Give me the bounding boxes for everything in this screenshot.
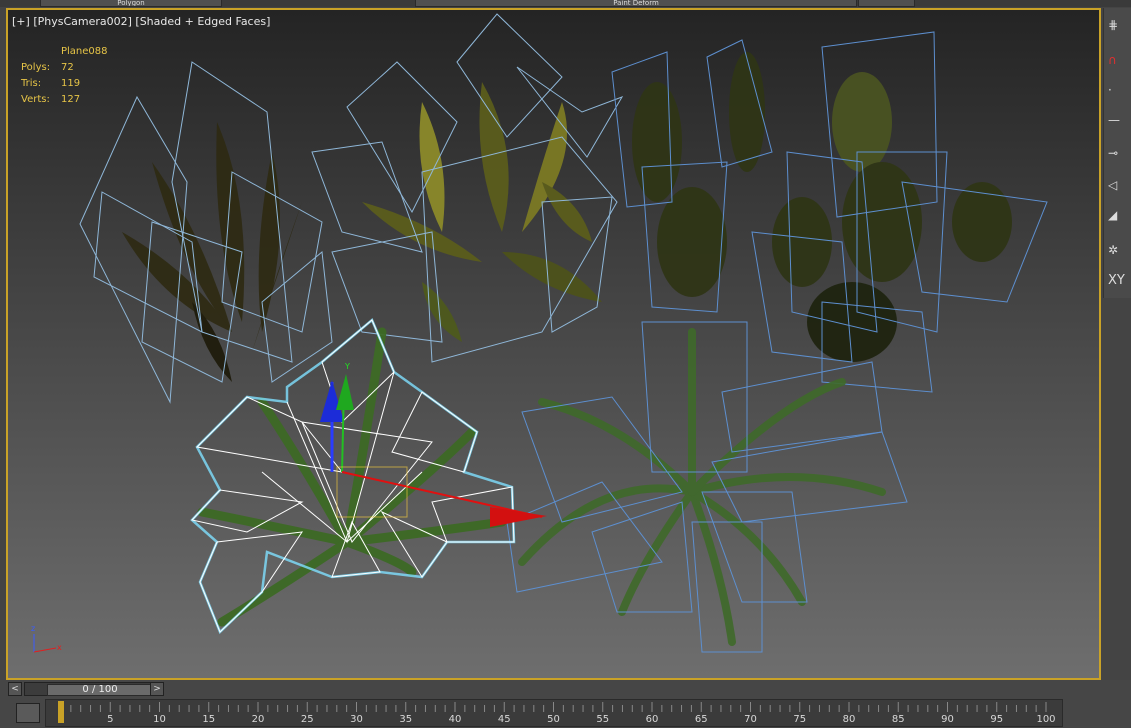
trackbar-tick-label: 45 — [498, 714, 511, 725]
viewport-shading-mode[interactable]: [Shaded + Edged Faces] — [135, 15, 270, 28]
stats-key: Verts: — [21, 94, 50, 105]
trackbar-tick-label: 50 — [547, 714, 560, 725]
grid-snap-icon[interactable]: ⋕ — [1108, 18, 1131, 40]
stats-value: 119 — [61, 78, 81, 89]
pivot-snap-icon[interactable]: ✲ — [1108, 243, 1131, 265]
vertex-snap-icon[interactable]: · — [1108, 83, 1131, 105]
axis-z-label: z — [31, 624, 35, 633]
world-axis-tripod: z x — [31, 624, 62, 653]
trackbar-tick-label: 40 — [449, 714, 462, 725]
trackbar-tick-label: 30 — [350, 714, 363, 725]
viewport-camera-name[interactable]: [PhysCamera002] — [33, 15, 132, 28]
stats-row: Tris: 119 — [21, 76, 108, 92]
viewport-label[interactable]: [+] [PhysCamera002] [Shaded + Edged Face… — [12, 15, 270, 28]
gizmo-y-label: Y — [344, 362, 350, 371]
trackbar-tick-label: 5 — [107, 714, 113, 725]
stats-overlay: Plane088 Polys: 72 Tris: 119 Verts: 127 — [21, 44, 108, 108]
endpoint-snap-icon[interactable]: ⊸ — [1108, 146, 1131, 168]
stats-value: 72 — [61, 62, 74, 73]
edge-snap-icon[interactable]: — — [1108, 113, 1131, 135]
curve-editor-toggle-icon[interactable] — [16, 703, 40, 723]
stats-key: Polys: — [21, 62, 51, 73]
trackbar-tick-label: 55 — [596, 714, 609, 725]
trackbar[interactable]: 0510152025303540455055606570758085909510… — [45, 699, 1063, 727]
stats-row: Verts: 127 — [21, 92, 108, 108]
time-slider-thumb[interactable]: 0 / 100 — [47, 684, 153, 696]
xy-axis-icon[interactable]: XY — [1108, 273, 1131, 295]
trackbar-tick-label: 85 — [892, 714, 905, 725]
trackbar-tick-label: 75 — [793, 714, 806, 725]
snap-toggle-icon[interactable]: ∩ — [1108, 53, 1131, 75]
stats-row: Polys: 72 — [21, 60, 108, 76]
trackbar-tick-label: 10 — [153, 714, 166, 725]
next-frame-button[interactable]: > — [150, 682, 164, 696]
prev-frame-button[interactable]: < — [8, 682, 22, 696]
stats-value: 127 — [61, 94, 81, 105]
camera-viewport[interactable]: Y [+] [PhysCamera002] [Shaded + Edged Fa… — [6, 8, 1101, 680]
trackbar-tick-label: 20 — [252, 714, 265, 725]
current-frame-marker[interactable] — [58, 701, 64, 723]
polygon-snap-icon[interactable]: ◢ — [1108, 208, 1131, 230]
trackbar-tick-label: 35 — [399, 714, 412, 725]
trackbar-tick-label: 70 — [744, 714, 757, 725]
trackbar-tick-label: 65 — [695, 714, 708, 725]
top-ribbon-strip: Polygon Paint Deform — [0, 0, 1131, 7]
tab-polygon[interactable]: Polygon — [40, 0, 222, 7]
tab-paint-deform[interactable]: Paint Deform — [415, 0, 857, 7]
trackbar-tick-label: 90 — [941, 714, 954, 725]
trackbar-tick-label: 80 — [843, 714, 856, 725]
stats-key: Tris: — [21, 78, 42, 89]
tab-extra[interactable] — [858, 0, 915, 7]
snaps-toolbar: ⋕ ∩ · — ⊸ ◁ ◢ ✲ XY — [1103, 8, 1131, 298]
scene-canvas[interactable]: Y — [8, 10, 1099, 678]
trackbar-tick-label: 60 — [646, 714, 659, 725]
trackbar-ticks: 0510152025303540455055606570758085909510… — [58, 701, 1056, 725]
time-slider-track[interactable]: 0 / 100 — [24, 682, 156, 696]
trackbar-tick-label: 100 — [1036, 714, 1055, 725]
timeline-area: < 0 / 100 > 0510152025303540455055606570… — [0, 680, 1131, 728]
trackbar-tick-label: 15 — [202, 714, 215, 725]
trackbar-tick-label: 95 — [990, 714, 1003, 725]
stats-object-name: Plane088 — [61, 46, 108, 57]
face-snap-icon[interactable]: ◁ — [1108, 178, 1131, 200]
time-slider[interactable]: < 0 / 100 > — [8, 682, 164, 696]
trackbar-tick-label: 25 — [301, 714, 314, 725]
viewport-menu-plus[interactable]: [+] — [12, 15, 30, 28]
axis-x-label: x — [57, 643, 62, 652]
